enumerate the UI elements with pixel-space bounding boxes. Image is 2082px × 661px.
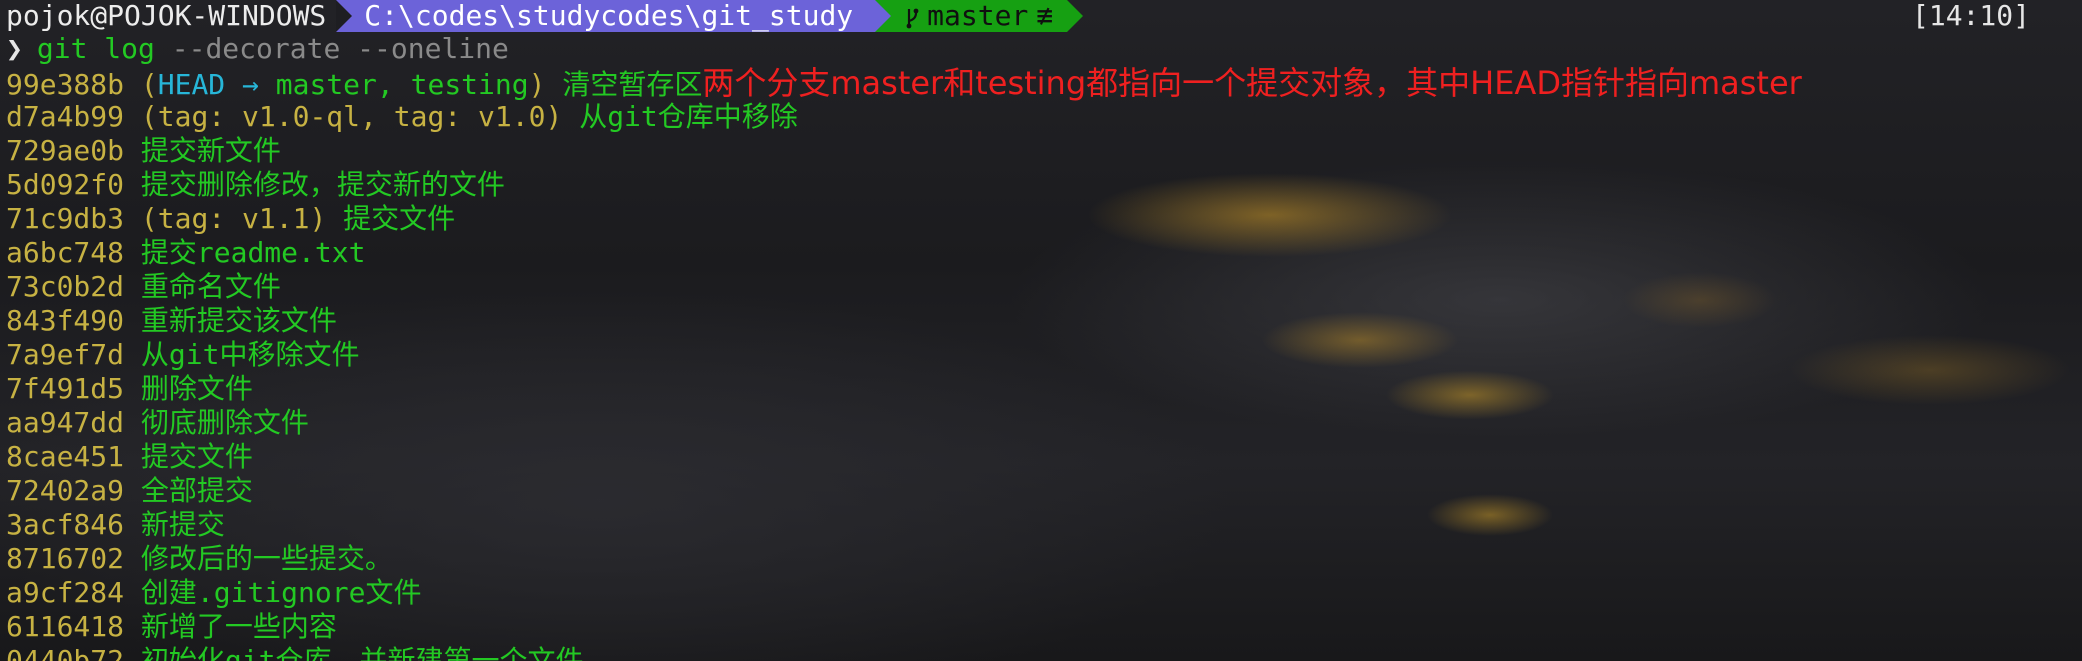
log-line: 5d092f0 提交删除修改，提交新的文件	[6, 168, 2082, 202]
branch-refs: master, testing	[275, 68, 529, 101]
prompt-git-segment: master ≢	[891, 0, 1068, 32]
command-flags: --decorate --oneline	[171, 32, 509, 65]
prompt-path-segment: C:\codes\studycodes\git_study	[336, 0, 876, 32]
commit-message: 提交删除修改，提交新的文件	[140, 168, 505, 201]
refs-close: )	[545, 100, 563, 133]
commit-hash: 7f491d5	[6, 372, 125, 405]
refs-open: (	[140, 202, 158, 235]
log-line: 72402a9 全部提交	[6, 474, 2082, 508]
branch-status-icon: ≢	[1036, 0, 1054, 32]
commit-hash: 6116418	[6, 610, 125, 643]
log-line: 729ae0b 提交新文件	[6, 134, 2082, 168]
log-line: 7f491d5 删除文件	[6, 372, 2082, 406]
log-line: 3acf846 新提交	[6, 508, 2082, 542]
log-line: 99e388b (HEAD → master, testing) 清空暂存区两个…	[6, 64, 2082, 102]
powerline-separator-icon	[336, 0, 353, 32]
commit-message: 提交文件	[140, 440, 253, 473]
log-line: 6116418 新增了一些内容	[6, 610, 2082, 644]
commit-message: 清空暂存区	[562, 68, 703, 101]
refs-close: )	[309, 202, 327, 235]
commit-hash: 7a9ef7d	[6, 338, 125, 371]
refs-open: (	[140, 100, 158, 133]
log-line: d7a4b99 (tag: v1.0-ql, tag: v1.0) 从git仓库…	[6, 100, 2082, 134]
commit-hash: a9cf284	[6, 576, 125, 609]
commit-message: 全部提交	[140, 474, 253, 507]
log-line: 7a9ef7d 从git中移除文件	[6, 338, 2082, 372]
commit-hash: 73c0b2d	[6, 270, 125, 303]
powerline-separator-icon	[875, 0, 892, 32]
commit-hash: 5d092f0	[6, 168, 125, 201]
prompt-line: pojok@POJOK-WINDOWS C:\codes\studycodes\…	[6, 0, 2082, 32]
commit-message: 彻底删除文件	[140, 406, 309, 439]
commit-message: 从git中移除文件	[140, 338, 360, 371]
commit-hash: 0440b72	[6, 644, 125, 661]
commit-message: 从git仓库中移除	[579, 100, 798, 133]
commit-hash: aa947dd	[6, 406, 125, 439]
terminal-content: pojok@POJOK-WINDOWS C:\codes\studycodes\…	[6, 0, 2082, 661]
log-line: 8cae451 提交文件	[6, 440, 2082, 474]
commit-message: 修改后的一些提交。	[140, 542, 393, 575]
terminal-window[interactable]: pojok@POJOK-WINDOWS C:\codes\studycodes\…	[0, 0, 2082, 661]
commit-hash: 72402a9	[6, 474, 125, 507]
refs-open: (	[140, 68, 158, 101]
log-line: 73c0b2d 重命名文件	[6, 270, 2082, 304]
log-line: 8716702 修改后的一些提交。	[6, 542, 2082, 576]
prompt-caret-icon: ❯	[6, 32, 23, 65]
commit-message: 提交文件	[343, 202, 456, 235]
commit-hash: d7a4b99	[6, 100, 125, 133]
commit-hash: 8cae451	[6, 440, 125, 473]
tag-refs: tag: v1.1	[157, 202, 310, 235]
commit-message: 重命名文件	[140, 270, 281, 303]
command-line[interactable]: ❯ git log --decorate --oneline	[6, 32, 2082, 66]
commit-hash: 71c9db3	[6, 202, 125, 235]
commit-message: 删除文件	[140, 372, 253, 405]
refs-close: )	[528, 68, 546, 101]
annotation-note: 两个分支master和testing都指向一个提交对象，其中HEAD指针指向ma…	[702, 64, 1802, 102]
commit-message: 新提交	[140, 508, 225, 541]
log-line: 71c9db3 (tag: v1.1) 提交文件	[6, 202, 2082, 236]
commit-message: 新增了一些内容	[140, 610, 337, 643]
commit-hash: 99e388b	[6, 68, 125, 101]
log-line: 0440b72 初始化git仓库，并新建第一个文件	[6, 644, 2082, 661]
commit-hash: 729ae0b	[6, 134, 125, 167]
commit-message: 重新提交该文件	[140, 304, 337, 337]
commit-hash: 3acf846	[6, 508, 125, 541]
commit-message: 提交readme.txt	[140, 236, 366, 269]
head-ref: HEAD →	[157, 68, 276, 101]
prompt-path: C:\codes\studycodes\git_study	[364, 0, 854, 32]
git-branch-icon	[905, 4, 919, 29]
commit-message: 提交新文件	[140, 134, 281, 167]
commit-hash: a6bc748	[6, 236, 125, 269]
log-line: a9cf284 创建.gitignore文件	[6, 576, 2082, 610]
powerline-separator-icon	[1067, 0, 1084, 32]
log-line: 843f490 重新提交该文件	[6, 304, 2082, 338]
log-line: aa947dd 彻底删除文件	[6, 406, 2082, 440]
commit-hash: 843f490	[6, 304, 125, 337]
command-verb: git log	[36, 32, 155, 65]
prompt-user-host: pojok@POJOK-WINDOWS	[6, 0, 327, 32]
commit-message: 创建.gitignore文件	[140, 576, 422, 609]
commit-hash: 8716702	[6, 542, 125, 575]
prompt-branch: master	[927, 0, 1029, 32]
log-line: a6bc748 提交readme.txt	[6, 236, 2082, 270]
commit-message: 初始化git仓库，并新建第一个文件	[140, 644, 584, 661]
tag-refs: tag: v1.0-ql, tag: v1.0	[157, 100, 546, 133]
prompt-clock: [14:10]	[1911, 0, 2030, 32]
